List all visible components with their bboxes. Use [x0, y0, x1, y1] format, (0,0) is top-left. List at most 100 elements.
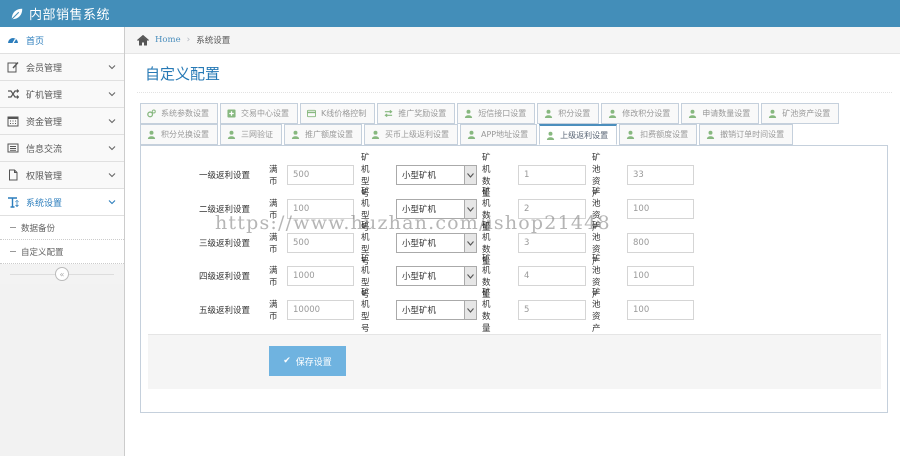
save-button-label: 保存设置 — [295, 357, 332, 368]
shuffle-icon — [6, 87, 20, 101]
sidebar-item-messages[interactable]: 信息交流 — [0, 135, 124, 162]
tab-deduction-quota[interactable]: 扣费额度设置 — [619, 124, 698, 145]
pool-assets-input[interactable]: 800 — [627, 233, 694, 253]
list-icon — [6, 141, 20, 155]
sidebar-subitem-data-backup[interactable]: 数据备份 — [0, 216, 124, 240]
app-title[interactable]: 内部销售系统 — [29, 4, 110, 23]
top-navbar: 内部销售系统 — [0, 0, 900, 27]
coin-input[interactable]: 100 — [287, 199, 354, 219]
tab-trade-center[interactable]: 交易中心设置 — [220, 103, 298, 124]
tab-label: APP地址设置 — [481, 130, 529, 139]
tab-pool-assets[interactable]: 矿池资产设置 — [761, 103, 840, 124]
tab-label: 交易中心设置 — [241, 109, 289, 118]
assets-label: 矿池资产 — [592, 288, 601, 334]
user-icon — [467, 130, 476, 139]
model-label: 矿机型号 — [361, 288, 370, 334]
tab-label: 积分兑换设置 — [161, 130, 209, 139]
user-icon — [609, 109, 617, 118]
divider — [137, 92, 892, 93]
chevron-down-icon — [464, 234, 476, 252]
coin-input[interactable]: 1000 — [287, 266, 354, 286]
file-icon — [6, 168, 20, 182]
settings-tabs: 系统参数设置 交易中心设置 K线价格控制 推广奖励设置 短信接口设置 积分设置 … — [140, 103, 888, 145]
breadcrumb: Home › 系统设置 — [125, 27, 900, 54]
user-icon — [689, 109, 697, 118]
cogs-icon — [147, 109, 156, 118]
user-icon — [227, 130, 236, 139]
user-icon — [547, 131, 555, 140]
tab-sms-api[interactable]: 短信接口设置 — [457, 103, 536, 124]
user-icon — [545, 109, 553, 118]
user-icon — [627, 130, 635, 139]
chevron-down-icon — [108, 200, 116, 205]
sidebar-subitem-label: 自定义配置 — [21, 247, 64, 258]
user-icon — [147, 130, 156, 139]
page-title: 自定义配置 — [145, 65, 221, 83]
user-icon — [371, 130, 380, 139]
tab-label: 三网验证 — [241, 130, 273, 139]
tab-system-params[interactable]: 系统参数设置 — [140, 103, 218, 124]
miner-model-select[interactable]: 小型矿机 — [396, 233, 477, 253]
selected-value: 小型矿机 — [402, 239, 437, 249]
sidebar-subitem-custom-config[interactable]: 自定义配置 — [0, 240, 124, 264]
home-icon — [137, 34, 149, 45]
tab-modify-points[interactable]: 修改积分设置 — [601, 103, 680, 124]
save-settings-button[interactable]: ✔ 保存设置 — [269, 346, 346, 376]
miner-model-select[interactable]: 小型矿机 — [396, 266, 477, 286]
tab-app-address[interactable]: APP地址设置 — [460, 124, 538, 145]
tab-row-2: 积分兑换设置 三网验证 推广额度设置 买币上级返利设置 APP地址设置 上级返利… — [140, 124, 888, 145]
user-icon — [465, 109, 473, 118]
pool-assets-input[interactable]: 100 — [627, 266, 694, 286]
miner-qty-input[interactable]: 3 — [518, 233, 586, 253]
tab-kline-price[interactable]: K线价格控制 — [300, 103, 376, 124]
tab-label: 上级返利设置 — [560, 130, 609, 140]
level-label: 五级返利设置 — [199, 306, 251, 316]
tab-buy-coin-rebate[interactable]: 买币上级返利设置 — [364, 124, 458, 145]
sidebar-item-permissions[interactable]: 权限管理 — [0, 162, 124, 189]
coin-label: 满币 — [269, 300, 278, 322]
sidebar-item-miners[interactable]: 矿机管理 — [0, 81, 124, 108]
tree-connector — [10, 251, 16, 252]
tab-upline-rebate[interactable]: 上级返利设置 — [539, 124, 618, 145]
tab-label: 申请数量设置 — [702, 109, 751, 118]
tab-promo-reward[interactable]: 推广奖励设置 — [377, 103, 456, 124]
user-icon — [707, 130, 715, 139]
pool-assets-input[interactable]: 100 — [627, 199, 694, 219]
tab-apply-quantity[interactable]: 申请数量设置 — [681, 103, 760, 124]
tab-label: 修改积分设置 — [622, 109, 671, 118]
miner-model-select[interactable]: 小型矿机 — [396, 165, 477, 185]
selected-value: 小型矿机 — [402, 205, 437, 215]
sidebar-item-system-settings[interactable]: 系统设置 — [0, 189, 124, 216]
coin-input[interactable]: 500 — [287, 165, 354, 185]
leaf-icon — [11, 8, 23, 20]
miner-qty-input[interactable]: 5 — [518, 300, 586, 320]
coin-input[interactable]: 10000 — [287, 300, 354, 320]
tab-label: 矿池资产设置 — [782, 109, 831, 118]
plus-square-icon — [227, 109, 236, 118]
breadcrumb-separator: › — [186, 35, 191, 45]
tab-label: 撤销订单时间设置 — [720, 130, 785, 139]
tab-label: 积分设置 — [558, 109, 591, 118]
tab-points[interactable]: 积分设置 — [537, 103, 600, 124]
miner-model-select[interactable]: 小型矿机 — [396, 199, 477, 219]
collapse-sidebar-button[interactable]: « — [55, 267, 69, 281]
miner-qty-input[interactable]: 2 — [518, 199, 586, 219]
qty-label: 矿机数量 — [482, 288, 491, 334]
miner-qty-input[interactable]: 4 — [518, 266, 586, 286]
tab-cancel-order-time[interactable]: 撤销订单时间设置 — [699, 124, 794, 145]
tab-label: 买币上级返利设置 — [385, 130, 449, 139]
sidebar-item-home[interactable]: 首页 — [0, 27, 124, 54]
tab-points-exchange[interactable]: 积分兑换设置 — [140, 124, 218, 145]
sidebar-item-members[interactable]: 会员管理 — [0, 54, 124, 81]
tab-promo-quota[interactable]: 推广额度设置 — [284, 124, 362, 145]
pool-assets-input[interactable]: 100 — [627, 300, 694, 320]
chevron-down-icon — [108, 65, 116, 70]
coin-input[interactable]: 500 — [287, 233, 354, 253]
pool-assets-input[interactable]: 33 — [627, 165, 694, 185]
tab-content-panel: 一级返利设置 满币 500 矿机型号 小型矿机 矿机数量 1 矿池资产 33 二… — [140, 145, 888, 413]
miner-qty-input[interactable]: 1 — [518, 165, 586, 185]
breadcrumb-home-link[interactable]: Home — [155, 35, 181, 45]
sidebar-item-funds[interactable]: 资金管理 — [0, 108, 124, 135]
tab-three-network-verify[interactable]: 三网验证 — [220, 124, 282, 145]
miner-model-select[interactable]: 小型矿机 — [396, 300, 477, 320]
